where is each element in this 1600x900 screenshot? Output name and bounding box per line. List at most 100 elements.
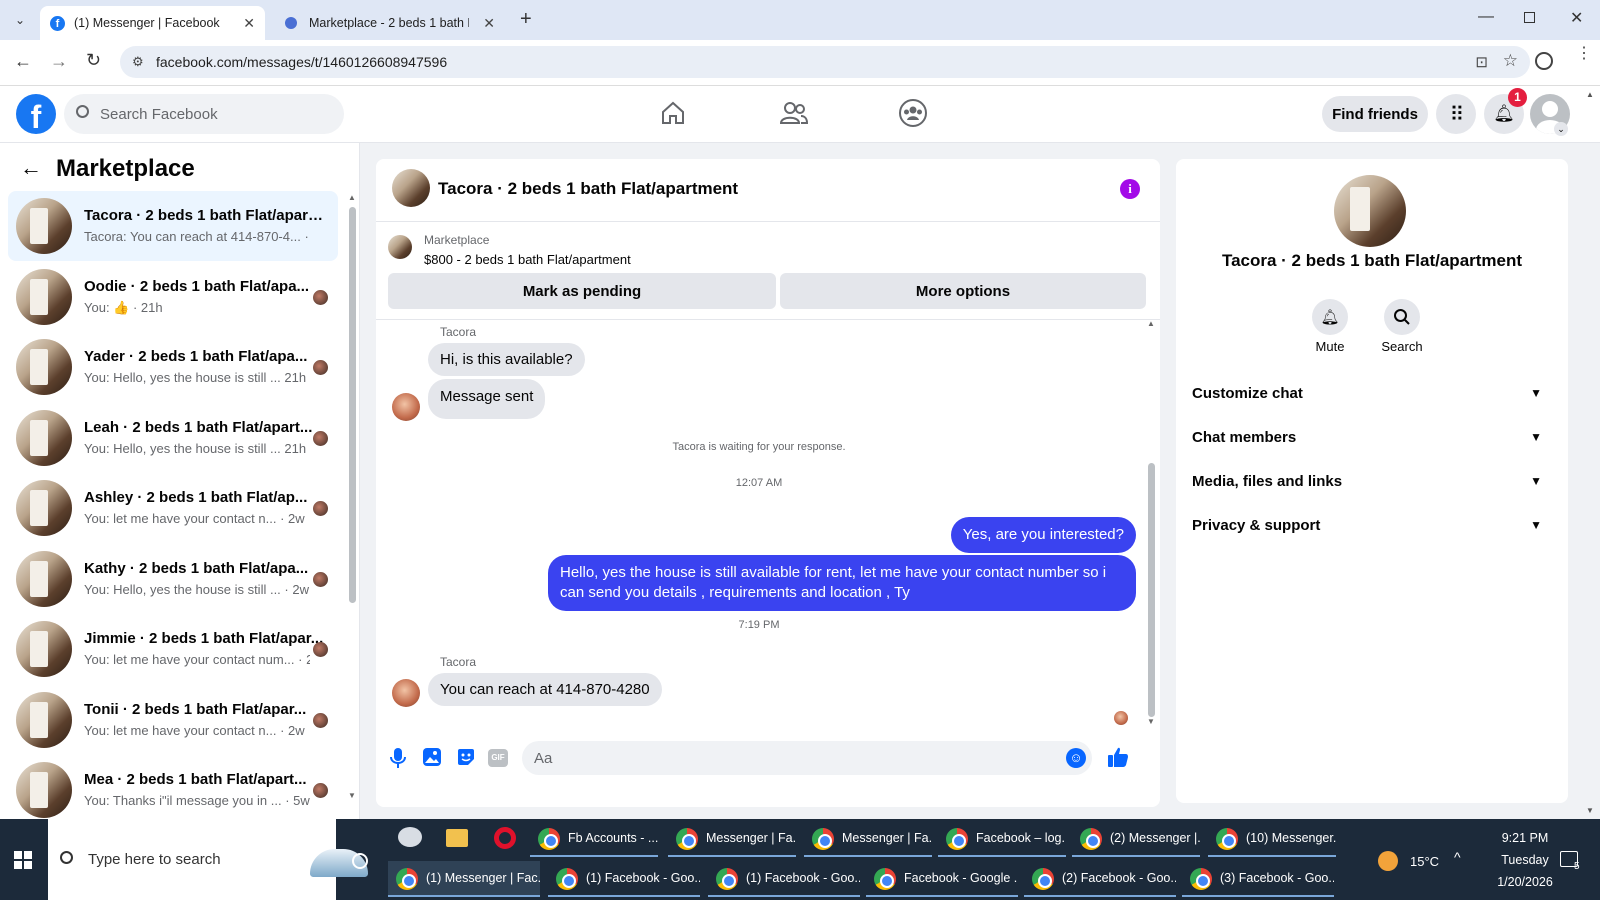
outgoing-message[interactable]: Hello, yes the house is still available … (548, 555, 1136, 611)
listing-thumbnail[interactable] (388, 235, 412, 259)
chat-members-section[interactable]: Chat members ▼ (1192, 419, 1552, 455)
conversation-item[interactable]: Yader · 2 beds 1 bath Flat/apa... You: He… (8, 332, 338, 402)
reload-icon[interactable]: ↻ (86, 50, 101, 71)
close-window-icon[interactable]: ✕ (1570, 8, 1583, 28)
windows-start-icon[interactable] (14, 851, 32, 869)
file-explorer-icon[interactable] (446, 829, 468, 847)
mark-pending-button[interactable]: Mark as pending (388, 273, 776, 309)
emoji-icon[interactable]: ☺ (1066, 748, 1086, 768)
install-app-icon[interactable]: ⊡ (1475, 53, 1488, 71)
taskbar-window-item[interactable]: (10) Messenger... (1208, 821, 1336, 857)
address-bar[interactable]: ⚙ facebook.com/messages/t/14601266089475… (120, 46, 1530, 78)
account-chevron-icon[interactable]: ⌄ (1554, 122, 1568, 136)
taskbar-search-box[interactable]: Type here to search (48, 819, 368, 900)
taskbar-window-item[interactable]: (1) Facebook - Goo... (548, 861, 700, 897)
friends-icon[interactable] (779, 100, 809, 126)
conversation-item[interactable]: Tacora · 2 beds 1 bath Flat/apart... Taco… (8, 191, 338, 261)
search-chat-button[interactable] (1384, 299, 1420, 335)
incoming-message[interactable]: Message sent (428, 379, 546, 419)
facebook-logo-icon[interactable]: f (16, 94, 56, 134)
back-icon[interactable]: ← (14, 51, 32, 72)
sender-avatar[interactable] (392, 679, 420, 707)
sender-label: Tacora (440, 325, 477, 339)
sender-avatar[interactable] (392, 393, 420, 421)
weather-temp[interactable]: 15°C (1410, 854, 1439, 869)
conversation-item[interactable]: Jimmie · 2 beds 1 bath Flat/apar... You: … (8, 614, 338, 684)
mute-button[interactable]: 🔔︎ (1312, 299, 1348, 335)
taskbar-window-item[interactable]: Messenger | Fa... (804, 821, 932, 857)
cortana-icon[interactable] (352, 853, 368, 869)
details-avatar[interactable] (1334, 175, 1406, 247)
like-thumb-icon[interactable] (1106, 745, 1130, 769)
taskbar-window-item[interactable]: (1) Messenger | Fac... (388, 861, 540, 897)
app-pinned-icon[interactable] (398, 827, 422, 847)
taskbar-window-item[interactable]: Messenger | Fa... (668, 821, 796, 857)
scroll-thumb[interactable] (349, 207, 356, 603)
chat-title[interactable]: Tacora · 2 beds 1 bath Flat/apartment (438, 179, 738, 199)
window-title: (2) Messenger |... (1110, 831, 1200, 845)
scroll-up-icon[interactable]: ▲ (348, 193, 356, 202)
conversation-item[interactable]: Leah · 2 beds 1 bath Flat/apart... You: H… (8, 403, 338, 473)
groups-icon[interactable] (898, 98, 928, 128)
back-arrow-icon[interactable]: ← (20, 155, 42, 181)
clock-date[interactable]: 1/20/2026 (1470, 875, 1580, 889)
sticker-icon[interactable] (456, 747, 476, 767)
conversation-preview: You: Thanks i"il message you in ... · 5w (84, 793, 310, 808)
chat-scrollbar[interactable]: ▲ ▼ (1146, 319, 1156, 729)
microphone-icon[interactable] (388, 747, 408, 769)
gif-icon[interactable]: GIF (488, 749, 508, 767)
conversation-item[interactable]: Oodie · 2 beds 1 bath Flat/apa... You: 👍 … (8, 262, 338, 332)
sidebar-scrollbar[interactable]: ▲ ▼ (348, 193, 356, 800)
tray-chevron-icon[interactable]: ^ (1454, 849, 1461, 865)
taskbar-window-item[interactable]: Facebook - Google ... (866, 861, 1018, 897)
scroll-up-icon[interactable]: ▲ (1147, 319, 1155, 328)
scroll-down-icon[interactable]: ▼ (1147, 717, 1155, 726)
site-info-icon[interactable]: ⚙ (132, 54, 144, 70)
taskbar-window-item[interactable]: Fb Accounts - ... (530, 821, 658, 857)
tab-marketplace[interactable]: Marketplace - 2 beds 1 bath Fla ✕ (275, 6, 505, 40)
taskbar-window-item[interactable]: Facebook – log... (938, 821, 1066, 857)
more-options-button[interactable]: More options (780, 273, 1146, 309)
conversation-item[interactable]: Ashley · 2 beds 1 bath Flat/ap... You: le… (8, 473, 338, 543)
tab-list-dropdown-icon[interactable]: ⌄ (10, 10, 30, 30)
taskbar-window-item[interactable]: (1) Facebook - Goo... (708, 861, 860, 897)
tab-messenger[interactable]: f (1) Messenger | Facebook ✕ (40, 6, 265, 40)
incoming-message[interactable]: Hi, is this available? (428, 343, 585, 376)
page-scroll-up-icon[interactable]: ▲ (1586, 90, 1594, 99)
page-scroll-down-icon[interactable]: ▼ (1586, 806, 1594, 815)
find-friends-button[interactable]: Find friends (1322, 96, 1428, 132)
profile-icon[interactable] (1535, 52, 1553, 70)
media-files-links-section[interactable]: Media, files and links ▼ (1192, 463, 1552, 499)
conversation-item[interactable]: Kathy · 2 beds 1 bath Flat/apa... You: He… (8, 544, 338, 614)
menu-grid-button[interactable]: ⠿ (1436, 94, 1476, 134)
bookmark-star-icon[interactable]: ☆ (1503, 51, 1518, 71)
privacy-support-section[interactable]: Privacy & support ▼ (1192, 507, 1552, 543)
browser-menu-icon[interactable]: ⋮ (1576, 46, 1592, 62)
opera-icon[interactable] (494, 827, 516, 849)
taskbar-window-item[interactable]: (2) Facebook - Goo... (1024, 861, 1176, 897)
close-tab-icon[interactable]: ✕ (483, 15, 495, 32)
outgoing-message[interactable]: Yes, are you interested? (950, 517, 1136, 553)
customize-chat-section[interactable]: Customize chat ▼ (1192, 375, 1552, 411)
conversation-item[interactable]: Mea · 2 beds 1 bath Flat/apart... You: Th… (8, 755, 338, 819)
taskbar-window-item[interactable]: (3) Facebook - Goo... (1182, 861, 1334, 897)
chat-header-avatar[interactable] (392, 169, 430, 207)
forward-icon[interactable]: → (50, 51, 68, 72)
scroll-thumb[interactable] (1148, 463, 1155, 717)
taskbar-window-item[interactable]: (2) Messenger |... (1072, 821, 1200, 857)
new-tab-button[interactable]: + (520, 8, 532, 31)
photo-icon[interactable] (422, 747, 442, 767)
incoming-message[interactable]: You can reach at 414-870-4280 (428, 673, 662, 706)
listing-text[interactable]: $800 - 2 beds 1 bath Flat/apartment (424, 252, 631, 267)
weather-icon[interactable] (1378, 851, 1398, 871)
clock-time[interactable]: 9:21 PM (1470, 831, 1580, 845)
close-tab-icon[interactable]: ✕ (243, 15, 255, 32)
conversation-item[interactable]: Tonii · 2 beds 1 bath Flat/apar... You: l… (8, 685, 338, 755)
fb-search-box[interactable]: Search Facebook (64, 94, 344, 134)
home-icon[interactable] (660, 100, 686, 126)
minimize-icon[interactable]: — (1478, 8, 1494, 26)
message-input[interactable]: Aa ☺ (522, 741, 1092, 775)
scroll-down-icon[interactable]: ▼ (348, 791, 356, 800)
info-icon[interactable]: i (1120, 179, 1140, 199)
restore-icon[interactable] (1524, 12, 1535, 23)
